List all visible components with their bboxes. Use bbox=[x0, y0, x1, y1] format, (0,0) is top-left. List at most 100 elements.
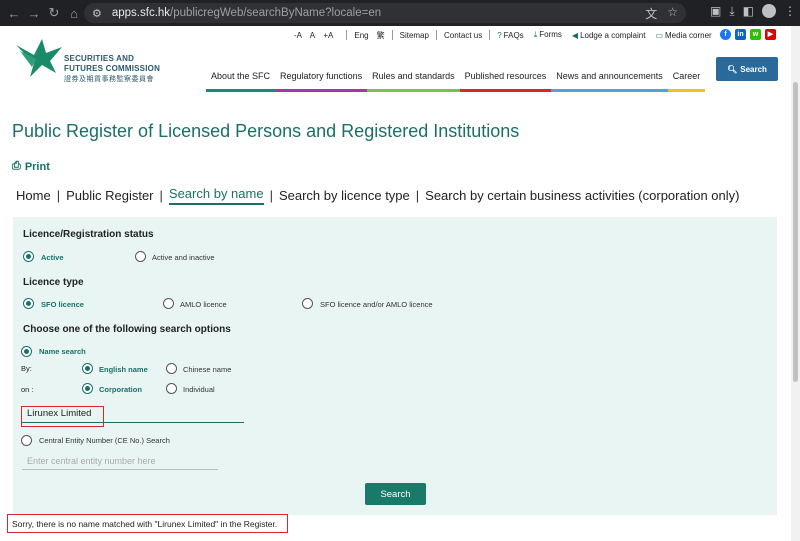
breadcrumb-search-by-licence[interactable]: Search by licence type bbox=[279, 188, 410, 203]
linkedin-icon[interactable]: in bbox=[735, 29, 746, 40]
type-either-radio[interactable] bbox=[302, 298, 313, 309]
faqs-label: FAQs bbox=[503, 30, 524, 40]
printer-icon: ⎙ bbox=[12, 160, 21, 172]
page-scrollbar[interactable] bbox=[791, 26, 800, 541]
media-link[interactable]: ▭ Media corner bbox=[655, 31, 711, 40]
url-host: apps.sfc.hk bbox=[111, 7, 171, 19]
print-label: Print bbox=[24, 160, 50, 173]
status-active-label: Active bbox=[41, 253, 64, 262]
type-amlo-radio[interactable] bbox=[163, 298, 174, 309]
type-amlo-label: AMLO licence bbox=[180, 300, 227, 309]
eagle-logo-icon bbox=[16, 39, 62, 77]
url-path: /publicregWeb/searchByName?locale=en bbox=[170, 7, 382, 19]
menu-kebab-icon[interactable]: ⋮ bbox=[784, 4, 796, 19]
font-size-controls: -A A +A bbox=[294, 31, 339, 40]
image-icon: ▭ bbox=[655, 30, 664, 40]
sidepanel-icon[interactable]: ◧ bbox=[743, 4, 754, 19]
breadcrumb-search-by-name[interactable]: Search by name bbox=[168, 186, 264, 205]
by-chinese-label: Chinese name bbox=[183, 365, 232, 374]
extensions-icon[interactable]: ▣ bbox=[710, 4, 721, 19]
name-search-label: Name search bbox=[39, 347, 86, 356]
on-corporation-radio[interactable] bbox=[82, 383, 93, 394]
download-icon[interactable]: ⤓ bbox=[729, 4, 734, 19]
browser-toolbar: ← → ↻ ⌂ ⚙ apps.sfc.hk/publicregWeb/searc… bbox=[0, 0, 800, 26]
complaint-label: Lodge a complaint bbox=[580, 30, 646, 40]
contact-link[interactable]: Contact us bbox=[444, 31, 482, 40]
forms-label: Forms bbox=[539, 30, 562, 39]
nav-about[interactable]: About the SFC bbox=[206, 67, 276, 92]
submit-search-button[interactable]: Search bbox=[365, 483, 426, 505]
sitemap-link[interactable]: Sitemap bbox=[400, 31, 429, 40]
back-icon[interactable]: ← bbox=[4, 6, 24, 21]
options-heading: Choose one of the following search optio… bbox=[23, 324, 231, 335]
status-both-label: Active and inactive bbox=[152, 253, 215, 262]
complaint-link[interactable]: ◀ Lodge a complaint bbox=[572, 31, 646, 40]
profile-avatar[interactable] bbox=[762, 4, 776, 18]
logo-line1: SECURITIES AND bbox=[64, 54, 135, 63]
facebook-icon[interactable]: f bbox=[720, 29, 731, 40]
font-normal-button[interactable]: A bbox=[310, 31, 315, 40]
logo-line2: FUTURES COMMISSION bbox=[64, 64, 161, 73]
name-search-radio[interactable] bbox=[21, 346, 32, 357]
utility-bar: -A A +A Eng 繁 Sitemap Contact us ? FAQs ⤓… bbox=[294, 29, 712, 41]
social-links: f in w ▶ bbox=[720, 29, 776, 40]
breadcrumb-public-register[interactable]: Public Register bbox=[66, 188, 153, 203]
scrollbar-thumb[interactable] bbox=[793, 82, 798, 382]
forward-icon[interactable]: → bbox=[24, 6, 44, 21]
ce-number-input[interactable]: Enter central entity number here bbox=[22, 456, 218, 470]
font-increase-button[interactable]: +A bbox=[323, 31, 333, 40]
type-heading: Licence type bbox=[23, 277, 84, 288]
lang-en-link[interactable]: Eng bbox=[354, 31, 368, 40]
wechat-icon[interactable]: w bbox=[750, 29, 761, 40]
search-icon: 🔍︎ bbox=[727, 64, 738, 74]
page-title: Public Register of Licensed Persons and … bbox=[12, 121, 520, 141]
breadcrumb-home[interactable]: Home bbox=[16, 188, 51, 203]
type-sfo-label: SFO licence bbox=[41, 300, 84, 309]
nav-rules[interactable]: Rules and standards bbox=[367, 67, 460, 92]
status-active-radio[interactable] bbox=[23, 251, 34, 262]
on-individual-label: Individual bbox=[183, 385, 215, 394]
status-heading: Licence/Registration status bbox=[23, 229, 154, 240]
breadcrumb-search-by-activities[interactable]: Search by certain business activities (c… bbox=[425, 188, 739, 203]
nav-news[interactable]: News and announcements bbox=[551, 67, 668, 92]
main-nav: About the SFC Regulatory functions Rules… bbox=[206, 67, 706, 93]
media-label: Media corner bbox=[665, 30, 712, 40]
on-corporation-label: Corporation bbox=[99, 385, 142, 394]
logo-line3: 證券及期貨事務監察委員會 bbox=[64, 75, 154, 83]
on-individual-radio[interactable] bbox=[166, 383, 177, 394]
nav-career[interactable]: Career bbox=[667, 67, 706, 92]
ce-search-label: Central Entity Number (CE No.) Search bbox=[39, 436, 170, 445]
address-bar[interactable]: ⚙ apps.sfc.hk/publicregWeb/searchByName?… bbox=[84, 3, 686, 23]
status-both-radio[interactable] bbox=[135, 251, 146, 262]
translate-icon[interactable]: 文 bbox=[645, 5, 657, 22]
ce-search-radio[interactable] bbox=[21, 435, 32, 446]
by-english-label: English name bbox=[99, 365, 148, 374]
font-decrease-button[interactable]: -A bbox=[294, 31, 302, 40]
faqs-link[interactable]: ? FAQs bbox=[497, 31, 523, 40]
by-english-radio[interactable] bbox=[82, 363, 93, 374]
by-chinese-radio[interactable] bbox=[166, 363, 177, 374]
megaphone-icon: ◀ bbox=[571, 30, 579, 40]
header-search-button[interactable]: 🔍︎ Search bbox=[716, 57, 778, 81]
print-link[interactable]: ⎙ Print bbox=[12, 160, 50, 173]
breadcrumb: Home | Public Register | Search by name … bbox=[16, 186, 740, 205]
header-search-label: Search bbox=[740, 64, 767, 74]
reload-icon[interactable]: ↻ bbox=[44, 5, 64, 21]
lang-zh-link[interactable]: 繁 bbox=[377, 30, 385, 41]
input-highlight-box bbox=[21, 406, 104, 427]
no-result-message: Sorry, there is no name matched with "Li… bbox=[7, 514, 288, 533]
sfc-logo[interactable]: SECURITIES AND FUTURES COMMISSION 證券及期貨事… bbox=[12, 33, 172, 83]
nav-published[interactable]: Published resources bbox=[459, 67, 552, 92]
type-either-label: SFO licence and/or AMLO licence bbox=[320, 300, 433, 309]
nav-regulatory[interactable]: Regulatory functions bbox=[275, 67, 368, 92]
bookmark-star-icon[interactable]: ☆ bbox=[667, 5, 678, 22]
question-icon: ? bbox=[497, 30, 502, 40]
site-info-icon[interactable]: ⚙ bbox=[92, 7, 102, 20]
by-label: By: bbox=[21, 364, 32, 373]
download-form-icon: ⤓ bbox=[533, 30, 538, 39]
youtube-icon[interactable]: ▶ bbox=[765, 29, 776, 40]
forms-link[interactable]: ⤓ Forms bbox=[534, 30, 562, 40]
home-icon[interactable]: ⌂ bbox=[64, 6, 84, 21]
on-label: on : bbox=[21, 385, 34, 394]
type-sfo-radio[interactable] bbox=[23, 298, 34, 309]
